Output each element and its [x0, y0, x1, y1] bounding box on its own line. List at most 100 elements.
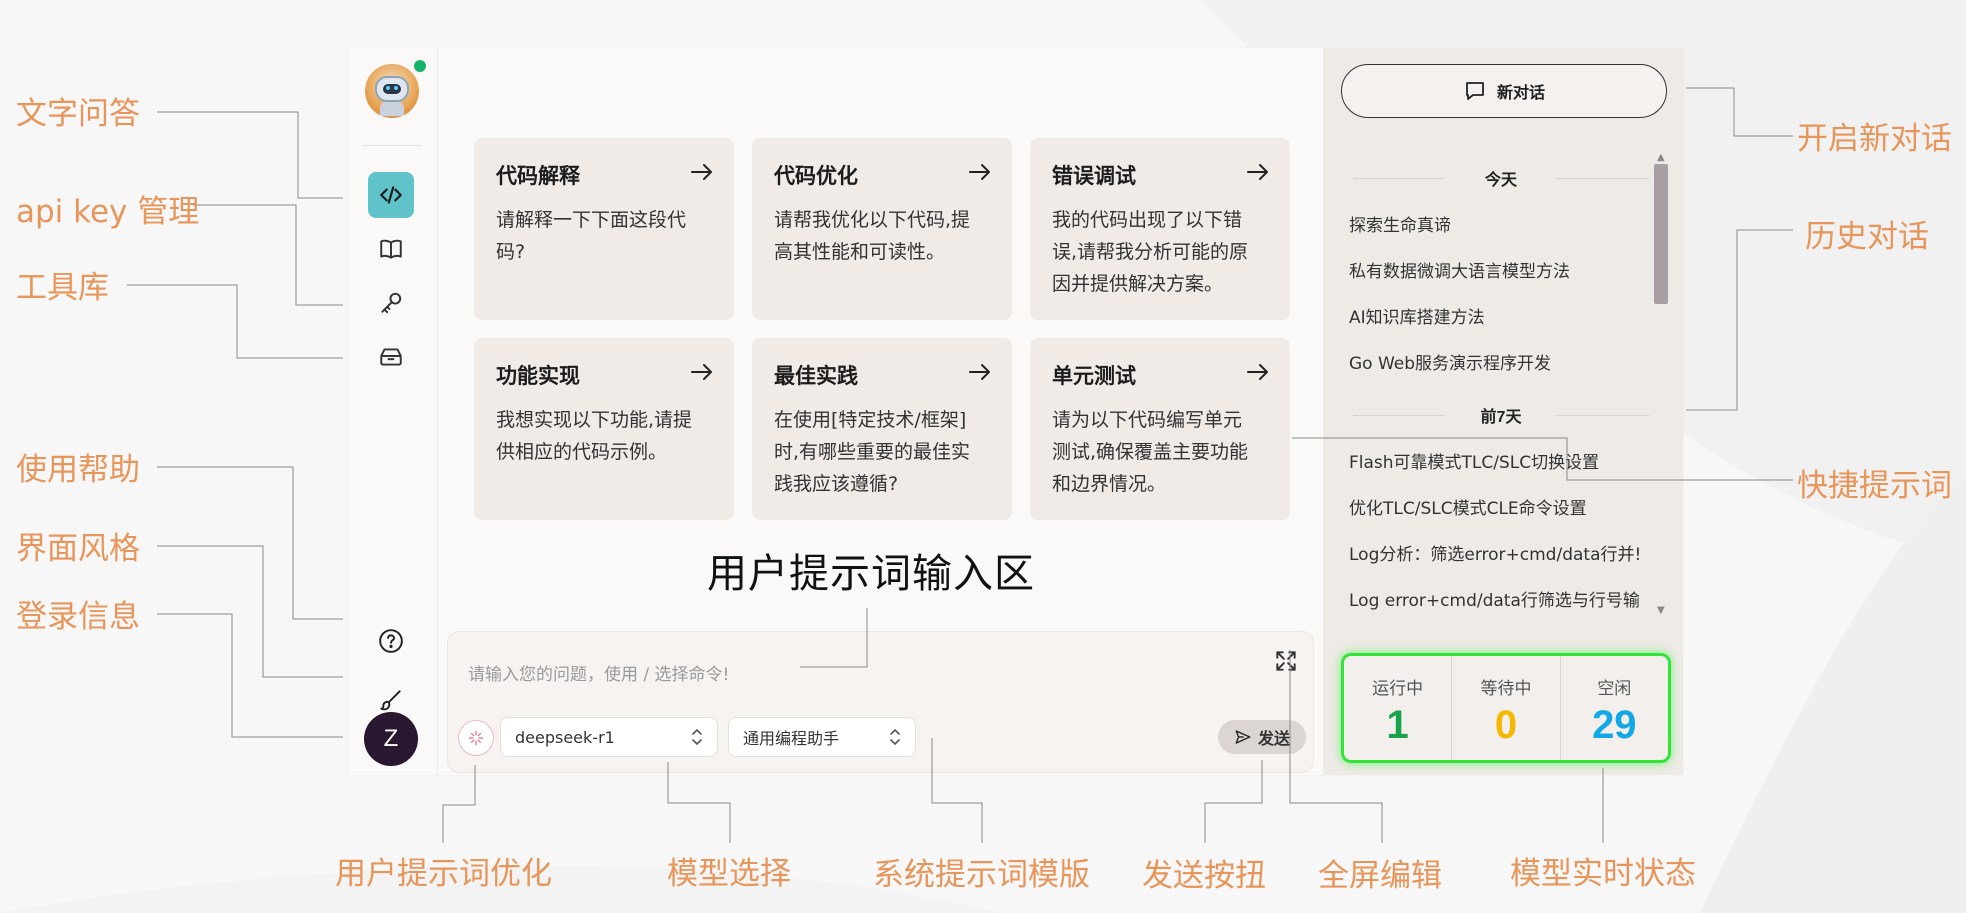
model-select-value: deepseek-r1	[515, 727, 615, 747]
key-icon	[381, 292, 402, 314]
knowledge-button[interactable]	[368, 226, 414, 272]
prompt-card[interactable]: 代码解释请解释一下下面这段代 码?	[474, 138, 734, 320]
annotation-prompt-optimize: 用户提示词优化	[335, 856, 552, 892]
annotation-new-chat: 开启新对话	[1797, 121, 1952, 157]
annotation-theme: 界面风格	[16, 531, 140, 567]
help-icon	[379, 629, 403, 653]
new-chat-button[interactable]: 新对话	[1341, 64, 1667, 118]
new-chat-label: 新对话	[1496, 85, 1545, 102]
arrow-right-icon	[691, 364, 712, 380]
prompt-card-title: 代码解释	[496, 165, 580, 188]
history-item[interactable]: AI知识库搭建方法	[1349, 303, 1649, 328]
toolbox-icon	[380, 348, 402, 366]
annotation-quick-prompt: 快捷提示词	[1797, 468, 1952, 504]
status-value: 1	[1386, 703, 1409, 747]
status-label: 运行中	[1372, 679, 1424, 699]
online-status-dot	[412, 58, 428, 74]
prompt-card-title: 错误调试	[1052, 165, 1136, 188]
history-item[interactable]: 私有数据微调大语言模型方法	[1349, 257, 1649, 282]
prompt-card[interactable]: 错误调试我的代码出现了以下错 误,请帮我分析可能的原 因并提供解决方案。	[1030, 138, 1290, 320]
prompt-card-title: 单元测试	[1052, 365, 1136, 388]
toolbox-button[interactable]	[368, 334, 414, 380]
user-avatar[interactable]: Z	[364, 712, 418, 766]
history-panel: 新对话 今天探索生命真谛 私有数据微调大语言模型方法 AI知识库搭建方法 Go Web…	[1323, 48, 1683, 775]
arrow-right-icon	[1247, 364, 1268, 380]
send-button-label: 发送	[1257, 731, 1290, 748]
prompt-card-desc-line: 供相应的代码示例。	[496, 441, 668, 463]
prompt-card-title: 功能实现	[496, 365, 580, 388]
arrow-right-icon	[969, 364, 990, 380]
history-item[interactable]: Log分析：筛选error+cmd/data行并!	[1349, 540, 1649, 565]
main-area: 代码解释 请解释一下下面这段代 码? 代码优化 请帮我优化以下代码,提 高其性能和可读性。…	[437, 48, 1323, 775]
history-group-heading: 今天	[1341, 166, 1661, 190]
prompt-card-desc-line: 误,请帮我分析可能的原	[1052, 241, 1249, 263]
annotation-toolbox: 工具库	[16, 270, 109, 306]
prompt-optimize-button[interactable]	[458, 720, 494, 756]
sparkle-icon	[468, 730, 484, 746]
book-icon	[380, 239, 402, 259]
arrow-right-icon	[691, 164, 712, 180]
prompt-card-desc-line: 因并提供解决方案。	[1052, 273, 1224, 295]
history-item[interactable]: Log error+cmd/data行筛选与行号输	[1349, 586, 1649, 611]
annotation-fullscreen: 全屏编辑	[1318, 858, 1442, 894]
prompt-input-placeholder[interactable]: 请输入您的问题，使用 / 选择命令!	[468, 660, 729, 685]
prompt-card[interactable]: 功能实现我想实现以下功能,请提 供相应的代码示例。	[474, 338, 734, 520]
history-item[interactable]: Flash可靠模式TLC/SLC切换设置	[1349, 448, 1649, 473]
system-template-select[interactable]: 通用编程助手	[728, 717, 916, 757]
prompt-card[interactable]: 代码优化请帮我优化以下代码,提 高其性能和可读性。	[752, 138, 1012, 320]
history-group-heading: 前7天	[1341, 403, 1661, 427]
status-cell: 空闲 29	[1561, 656, 1668, 760]
send-button[interactable]: 发送	[1218, 720, 1306, 754]
status-label: 等待中	[1480, 679, 1532, 699]
annotation-send-button: 发送按扭	[1142, 858, 1266, 894]
arrow-right-icon	[969, 164, 990, 180]
prompt-card-desc: 在使用[特定技术/框架] 时,有哪些重要的最佳实 践我应该遵循?	[774, 404, 990, 500]
prompt-card[interactable]: 最佳实践在使用[特定技术/框架] 时,有哪些重要的最佳实 践我应该遵循?	[752, 338, 1012, 520]
annotation-history: 历史对话	[1805, 219, 1929, 255]
annotation-text-qa: 文字问答	[16, 96, 140, 132]
prompt-card[interactable]: 单元测试请为以下代码编写单元 测试,确保覆盖主要功能 和边界情况。	[1030, 338, 1290, 520]
history-item[interactable]: 优化TLC/SLC模式CLE命令设置	[1349, 494, 1649, 519]
prompt-card-desc-line: 践我应该遵循?	[774, 473, 899, 495]
app-window: Z 代码解释 请解释一下下面这段代 码? 代码优化 请帮我优化以下代码,提 高其性能和可读…	[349, 48, 1683, 775]
prompt-card-title: 最佳实践	[774, 365, 858, 388]
prompt-card-desc: 请帮我优化以下代码,提 高其性能和可读性。	[774, 204, 990, 268]
prompt-card-desc-line: 我的代码出现了以下错	[1052, 209, 1243, 231]
prompt-card-desc-line: 请解释一下下面这段代	[496, 209, 687, 231]
history-scrollbar[interactable]	[1654, 164, 1668, 304]
annotation-help: 使用帮助	[16, 452, 140, 488]
model-select[interactable]: deepseek-r1	[500, 717, 718, 757]
scroll-up-arrow[interactable]: ▲	[1657, 152, 1665, 163]
status-cell: 运行中 1	[1344, 656, 1453, 760]
system-template-value: 通用编程助手	[743, 729, 840, 748]
prompt-card-desc-line: 高其性能和可读性。	[774, 241, 946, 263]
prompt-card-title: 代码优化	[774, 165, 858, 188]
sidebar-divider	[363, 145, 421, 146]
prompt-card-desc-line: 码?	[496, 241, 526, 263]
code-qa-button[interactable]	[368, 172, 414, 218]
fullscreen-icon[interactable]	[1273, 648, 1299, 674]
annotation-api-key: api key 管理	[16, 194, 200, 230]
annotation-model-status: 模型实时状态	[1510, 856, 1696, 892]
prompt-card-desc-line: 测试,确保覆盖主要功能	[1052, 441, 1249, 463]
status-value: 29	[1592, 703, 1637, 747]
prompt-card-desc-line: 时,有哪些重要的最佳实	[774, 441, 971, 463]
input-area-heading: 用户提示词输入区	[707, 551, 1035, 597]
prompt-card-desc: 请解释一下下面这段代 码?	[496, 204, 712, 268]
brush-icon	[380, 690, 401, 711]
sidebar: Z	[349, 48, 438, 775]
prompt-input-box[interactable]: 请输入您的问题，使用 / 选择命令! deepseek-r1 通用编程助手 发送	[447, 631, 1314, 773]
prompt-card-desc-line: 我想实现以下功能,请提	[496, 409, 693, 431]
history-item[interactable]: Go Web服务演示程序开发	[1349, 349, 1649, 374]
history-item[interactable]: 探索生命真谛	[1349, 211, 1649, 236]
status-label: 空闲	[1597, 679, 1632, 699]
code-icon	[380, 186, 402, 204]
annotation-model-select: 模型选择	[667, 856, 791, 892]
annotation-login: 登录信息	[16, 599, 140, 635]
api-key-button[interactable]	[368, 280, 414, 326]
scroll-down-arrow[interactable]: ▼	[1657, 605, 1665, 616]
prompt-card-desc-line: 请帮我优化以下代码,提	[774, 209, 971, 231]
prompt-card-desc: 请为以下代码编写单元 测试,确保覆盖主要功能 和边界情况。	[1052, 404, 1268, 500]
help-button[interactable]	[368, 618, 414, 664]
annotation-system-template: 系统提示词模版	[873, 857, 1090, 893]
